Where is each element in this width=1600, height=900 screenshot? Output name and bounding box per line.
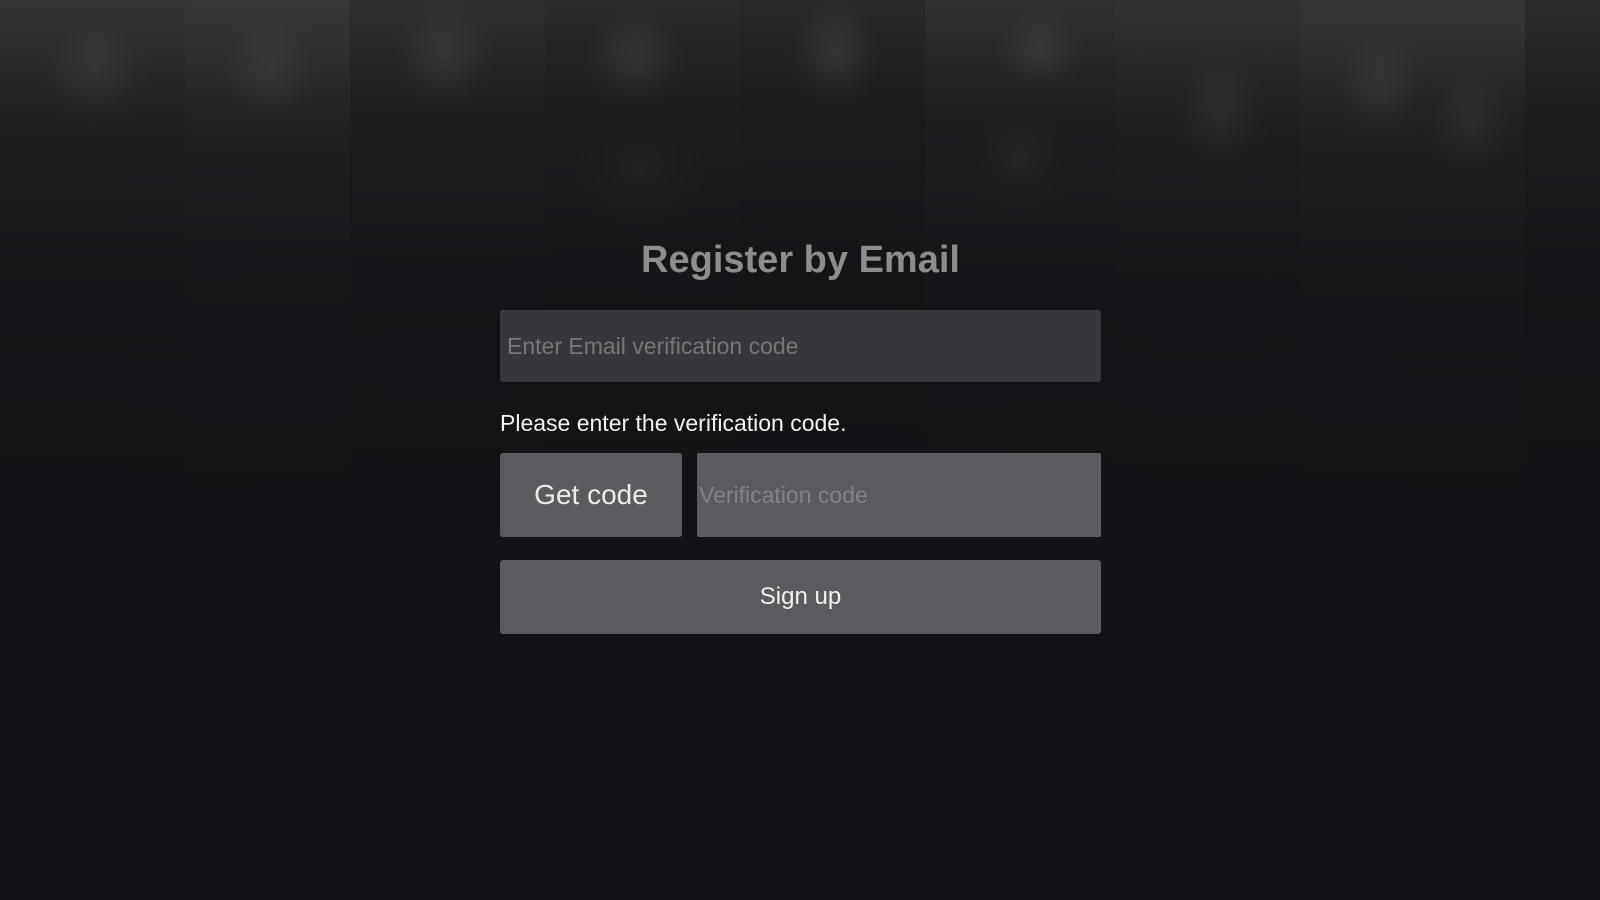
register-screen: Register by Email Please enter the verif…: [0, 0, 1600, 900]
poster-collage-background: [0, 0, 1600, 900]
verification-hint-text: Please enter the verification code.: [500, 410, 847, 436]
page-title: Register by Email: [641, 239, 960, 281]
verification-code-input[interactable]: [697, 453, 1101, 537]
get-code-button[interactable]: Get code: [500, 453, 682, 537]
register-form: Register by Email Please enter the verif…: [500, 230, 1101, 634]
email-verification-input[interactable]: [500, 310, 1101, 382]
sign-up-button[interactable]: Sign up: [500, 560, 1101, 634]
